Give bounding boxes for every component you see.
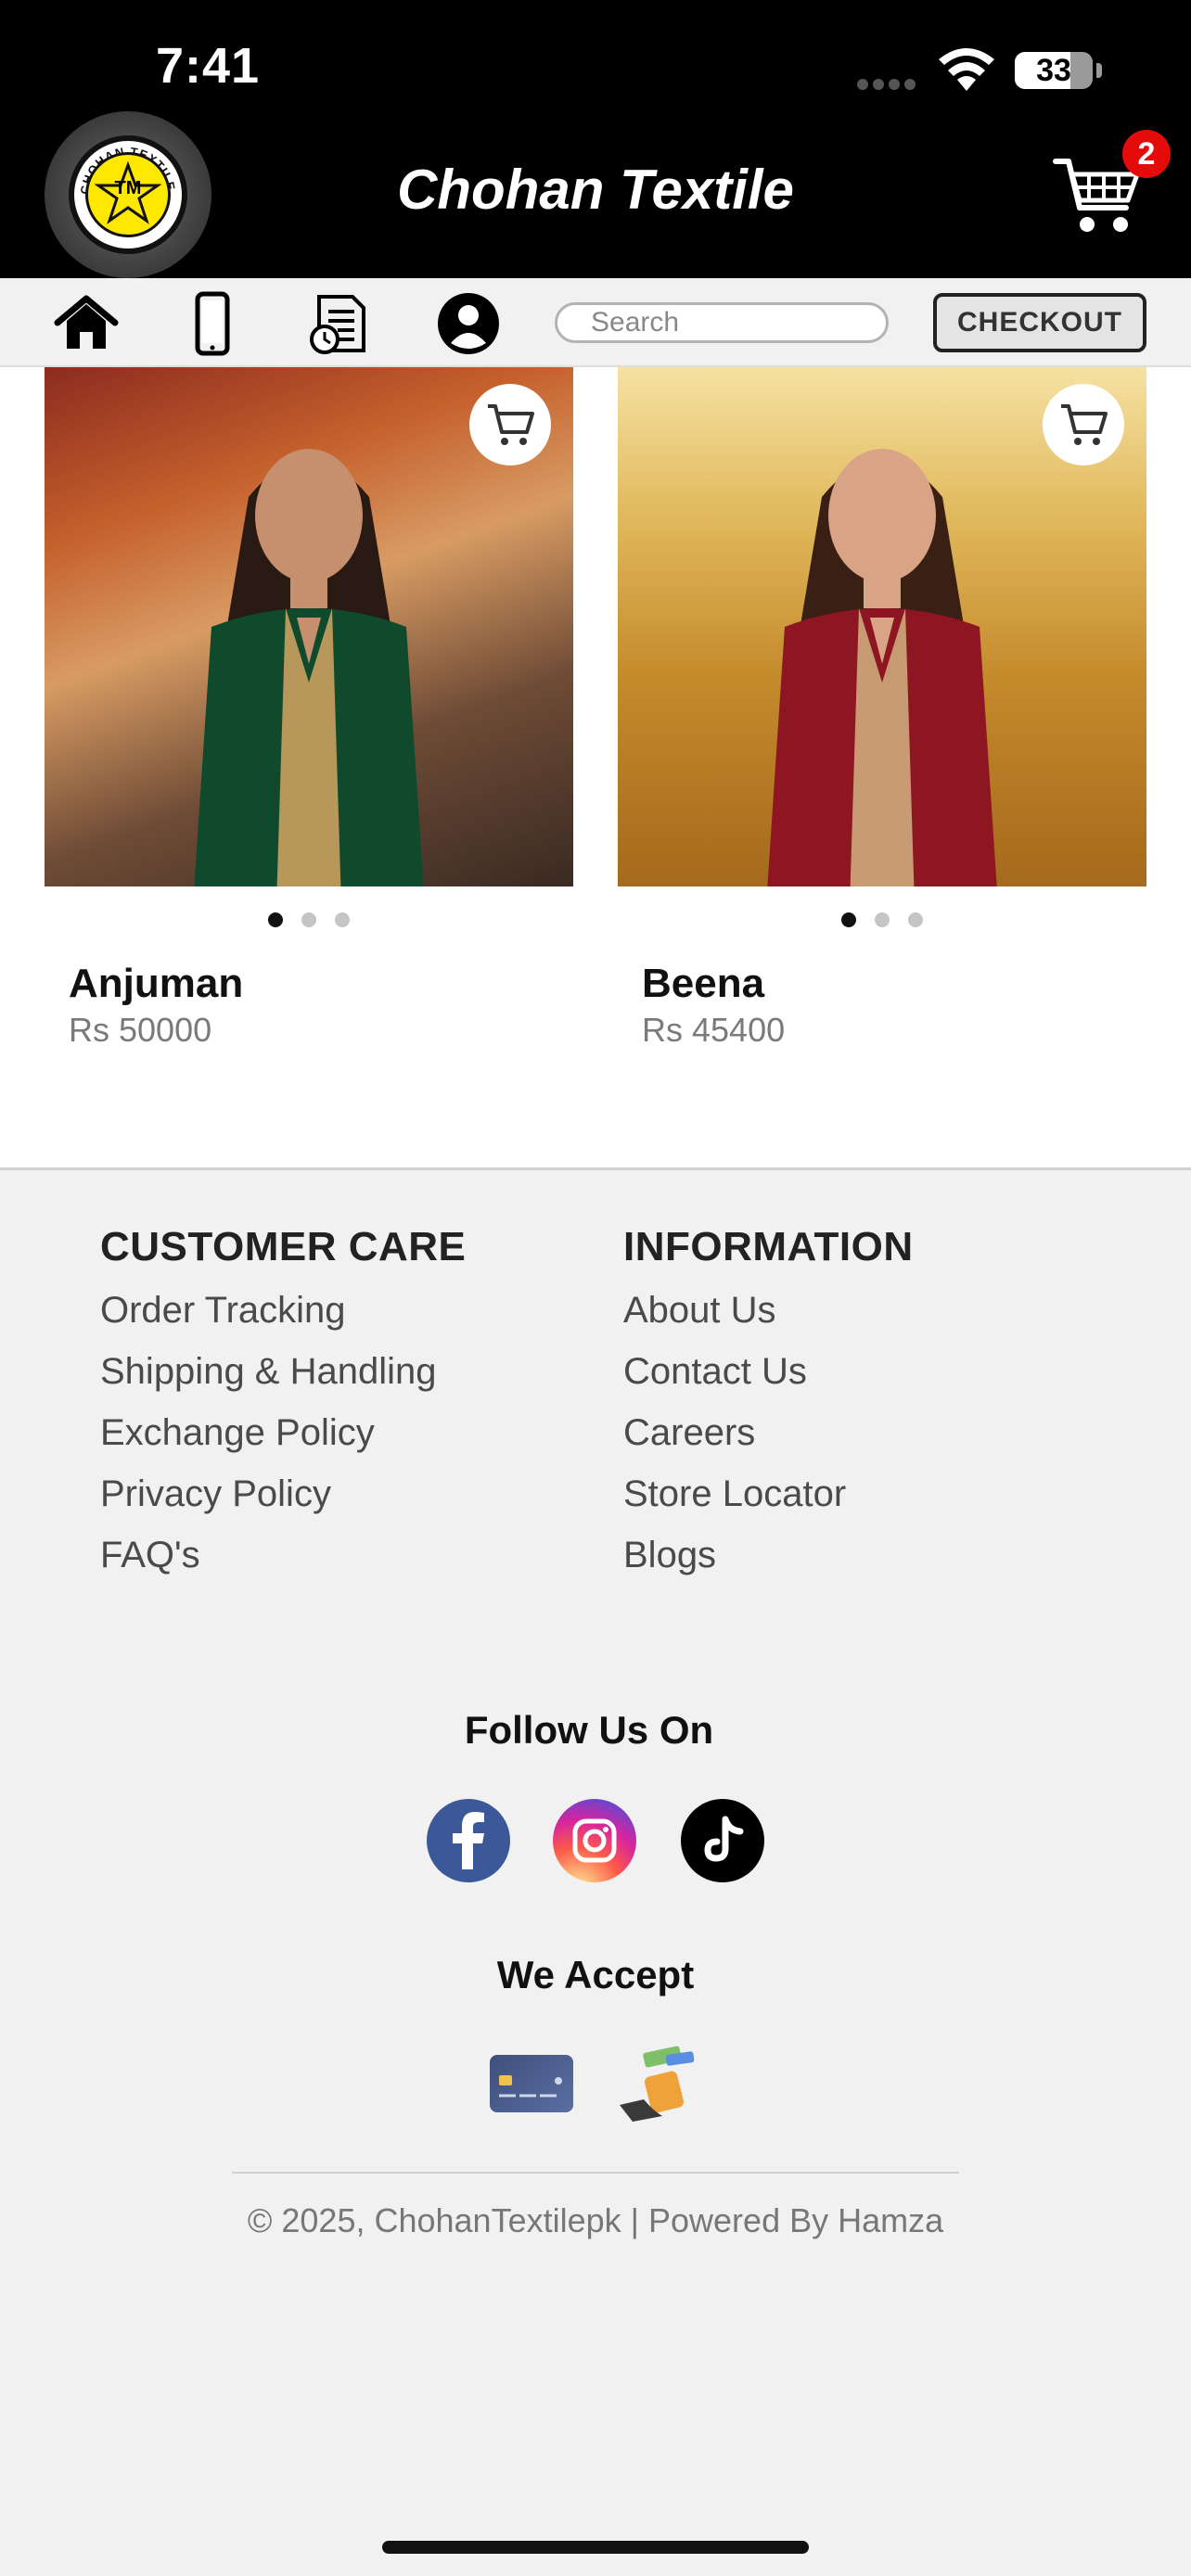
information-section: INFORMATION About Us Contact Us Careers … [623,1224,914,1586]
product-card[interactable]: Beena Rs 45400 [618,367,1146,1049]
customer-care-section: CUSTOMER CARE Order Tracking Shipping & … [100,1224,466,1586]
cart-count-badge: 2 [1122,130,1171,178]
wifi-icon [939,48,994,91]
cash-icon [620,2046,695,2122]
link-store-locator[interactable]: Store Locator [623,1463,914,1524]
model-illustration [767,449,997,886]
link-about-us[interactable]: About Us [623,1280,914,1341]
product-name[interactable]: Anjuman [69,961,243,1007]
battery-icon: 33 [1015,52,1093,89]
cellular-signal-icon [857,78,920,95]
facebook-icon[interactable] [427,1799,510,1882]
link-exchange-policy[interactable]: Exchange Policy [100,1402,466,1463]
cart-icon [488,404,534,445]
model-illustration [194,449,424,886]
status-time: 7:41 [156,38,261,94]
link-shipping-handling[interactable]: Shipping & Handling [100,1341,466,1402]
home-icon[interactable] [54,291,119,356]
link-order-tracking[interactable]: Order Tracking [100,1280,466,1341]
customer-care-heading: CUSTOMER CARE [100,1224,467,1269]
phone-icon[interactable] [180,291,245,356]
toolbar: Search CHECKOUT [0,278,1191,367]
search-input[interactable]: Search [555,302,889,343]
link-faqs[interactable]: FAQ's [100,1524,466,1586]
link-blogs[interactable]: Blogs [623,1524,914,1586]
follow-heading: Follow Us On [464,1708,714,1752]
checkout-button[interactable]: CHECKOUT [933,293,1146,352]
battery-level: 33 [1036,53,1071,88]
home-indicator[interactable] [382,2541,809,2554]
tiktok-icon[interactable] [681,1799,764,1882]
account-icon[interactable] [436,291,501,356]
product-price: Rs 50000 [69,1011,212,1049]
order-history-icon[interactable] [306,291,371,356]
link-contact-us[interactable]: Contact Us [623,1341,914,1402]
link-careers[interactable]: Careers [623,1402,914,1463]
cart-icon [1061,404,1108,445]
add-to-cart-button[interactable] [469,384,551,465]
accept-heading: We Accept [496,1953,695,1996]
product-card[interactable]: Anjuman Rs 50000 [45,367,573,1049]
copyright-text: © 2025, ChohanTextilepk | Powered By Ham… [247,2201,944,2239]
product-name[interactable]: Beena [642,961,764,1007]
store-title: Chohan Textile [397,159,794,221]
product-price: Rs 45400 [642,1011,786,1049]
image-pagination-dots[interactable] [45,912,573,932]
footer-divider [232,2172,959,2174]
credit-card-icon [490,2055,573,2112]
product-image[interactable] [618,367,1146,886]
image-pagination-dots[interactable] [618,912,1146,932]
link-privacy-policy[interactable]: Privacy Policy [100,1463,466,1524]
product-image[interactable] [45,367,573,886]
app-header: 7:41 33 CHOHAN TEXTILE TM Chohan Textile… [0,0,1191,278]
product-grid: Anjuman Rs 50000 Beena Rs 45400 [0,367,1191,1170]
instagram-icon[interactable] [553,1799,636,1882]
information-heading: INFORMATION [623,1224,914,1269]
add-to-cart-button[interactable] [1043,384,1124,465]
